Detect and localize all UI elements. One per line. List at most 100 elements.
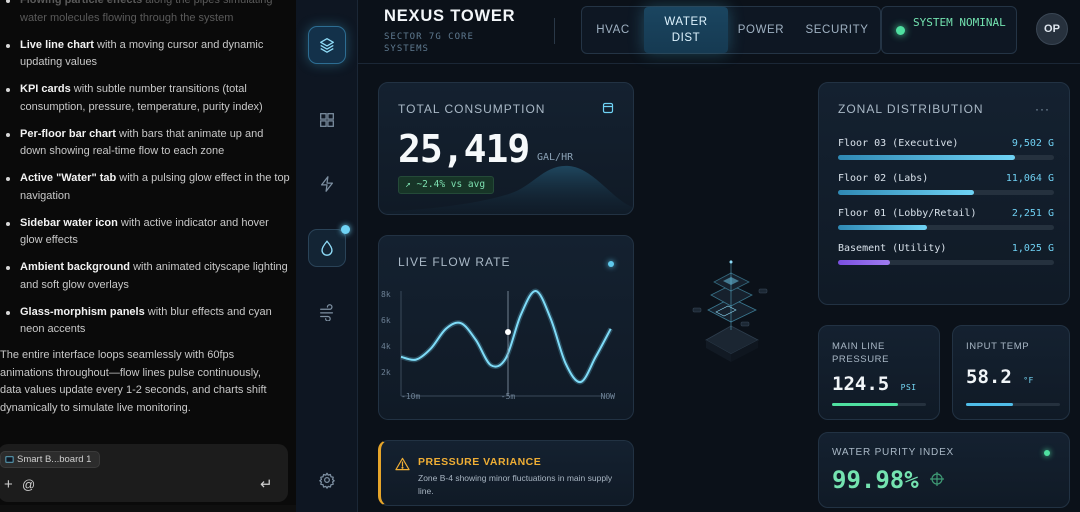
- y-tick-label: 4k: [381, 342, 391, 351]
- mention-icon[interactable]: @: [22, 476, 35, 494]
- sidebar-item-settings[interactable]: [308, 461, 346, 499]
- pressure-variance-alert[interactable]: PRESSURE VARIANCE Zone B-4 showing minor…: [378, 440, 634, 506]
- dashboard: NEXUS TOWER SECTOR 7G CORE SYSTEMS HVAC …: [296, 0, 1080, 512]
- zone-name: Floor 01 (Lobby/Retail): [838, 208, 977, 219]
- chat-list-item: Glass-morphism panels with blur effects …: [0, 304, 290, 339]
- pressure-variance-message: Zone B-4 showing minor fluctuations in m…: [418, 473, 613, 496]
- total-consumption-card: TOTAL CONSUMPTION 25,419 GAL/HR ↗ ~2.4% …: [378, 82, 634, 215]
- sidebar-nav: [296, 0, 358, 512]
- zone-value: 11,064 G: [1005, 173, 1054, 184]
- temp-bar-track: [966, 403, 1060, 406]
- chat-composer[interactable]: Smart B...board 1 + @ ↵: [0, 444, 288, 502]
- flow-line-glow: [400, 288, 613, 385]
- export-icon[interactable]: [602, 102, 614, 114]
- live-flow-chart: 8k6k4k2k-10m -5m NOW: [381, 288, 616, 401]
- zone-value: 9,502 G: [1011, 138, 1054, 149]
- zone-value: 1,025 G: [1011, 243, 1054, 254]
- temp-value: 58.2 °F: [966, 366, 1034, 388]
- x-tick-label: -10m: [401, 392, 420, 401]
- input-temp-card: INPUT TEMP 58.2 °F: [952, 325, 1070, 420]
- chat-list-item: Per-floor bar chart with bars that anima…: [0, 126, 290, 161]
- purity-indicator-dot: [1044, 450, 1050, 456]
- tab-hvac[interactable]: HVAC: [582, 7, 644, 53]
- sidebar-item-dashboard[interactable]: [308, 101, 346, 139]
- zone-bar-fill: [838, 190, 975, 195]
- cursor-point: [505, 329, 511, 335]
- warning-icon: [395, 457, 410, 471]
- pressure-variance-title: PRESSURE VARIANCE: [418, 456, 542, 468]
- active-indicator: [341, 225, 350, 234]
- page-title: NEXUS TOWER: [384, 7, 516, 25]
- zone-bar-track: [838, 155, 1054, 160]
- chat-list-item: Flowing particle effects along the pipes…: [0, 0, 290, 27]
- top-header: NEXUS TOWER SECTOR 7G CORE SYSTEMS HVAC …: [358, 0, 1080, 64]
- header-divider: [554, 18, 555, 44]
- total-consumption-unit: GAL/HR: [537, 152, 574, 163]
- x-tick-label: NOW: [601, 392, 616, 401]
- page-subtitle: SECTOR 7G CORE SYSTEMS: [384, 32, 474, 54]
- pressure-unit: PSI: [900, 383, 917, 392]
- main-line-pressure-card: MAIN LINE PRESSURE 124.5 PSI: [818, 325, 940, 420]
- zone-bar-track: [838, 225, 1054, 230]
- gear-icon: [319, 472, 335, 489]
- attachment-chip[interactable]: Smart B...board 1: [0, 451, 101, 468]
- more-options-icon[interactable]: ···: [1035, 102, 1050, 116]
- attachment-chip-label: Smart B...board 1: [17, 454, 92, 465]
- total-consumption-value: 25,419: [398, 127, 530, 171]
- chat-list-item: KPI cards with subtle number transitions…: [0, 81, 290, 116]
- zone-bar-fill: [838, 260, 890, 265]
- feature-list: Flowing particle effects along the pipes…: [0, 0, 290, 348]
- pressure-bar-track: [832, 403, 926, 406]
- water-drop-icon: [321, 240, 333, 256]
- composer-footer: [0, 505, 296, 512]
- chat-list-item: Live line chart with a moving cursor and…: [0, 37, 290, 72]
- temp-label: INPUT TEMP: [966, 341, 1030, 352]
- tab-security[interactable]: SECURITY: [794, 7, 880, 53]
- temp-unit: °F: [1023, 376, 1034, 385]
- live-flow-card: LIVE FLOW RATE 8k 6k 4k 2k -10m -5m NOW: [378, 235, 634, 420]
- chat-list-item: Sidebar water icon with active indicator…: [0, 215, 290, 250]
- layers-icon: [320, 38, 334, 53]
- temp-bar-fill: [966, 403, 1013, 406]
- tab-power[interactable]: POWER: [728, 7, 794, 53]
- system-status: SYSTEM NOMINAL: [881, 6, 1017, 54]
- zone-name: Basement (Utility): [838, 243, 947, 254]
- y-tick-label: 2k: [381, 368, 391, 377]
- total-consumption-title: TOTAL CONSUMPTION: [398, 102, 546, 116]
- wind-icon: [320, 304, 334, 321]
- avatar[interactable]: OP: [1036, 13, 1068, 45]
- zone-name: Floor 02 (Labs): [838, 173, 929, 184]
- sidebar-item-power[interactable]: [308, 165, 346, 203]
- purity-title: WATER PURITY INDEX: [832, 447, 955, 458]
- attachment-icon: [5, 456, 14, 463]
- top-tabs: HVAC WATER DIST POWER SECURITY: [581, 6, 881, 54]
- lightning-icon: [320, 176, 334, 192]
- zone-value: 2,251 G: [1011, 208, 1054, 219]
- sidebar-item-water[interactable]: [308, 225, 350, 267]
- zonal-distribution-title: ZONAL DISTRIBUTION: [838, 102, 984, 116]
- pressure-value: 124.5 PSI: [832, 373, 917, 395]
- tab-water-dist[interactable]: WATER DIST: [644, 7, 728, 53]
- purity-value: 99.98%: [832, 466, 919, 494]
- isometric-building-graphic: [692, 260, 768, 362]
- crosshair-icon: [930, 472, 944, 486]
- zone-bar-fill: [838, 155, 1016, 160]
- y-tick-label: 6k: [381, 316, 391, 325]
- flow-line: [400, 290, 612, 384]
- sidebar-item-layers[interactable]: [308, 26, 346, 64]
- zone-name: Floor 03 (Executive): [838, 138, 959, 149]
- pressure-bar-fill: [832, 403, 898, 406]
- y-tick-label: 8k: [381, 290, 391, 299]
- water-purity-card: WATER PURITY INDEX 99.98%: [818, 432, 1070, 508]
- trend-badge: ↗ ~2.4% vs avg: [398, 176, 495, 194]
- status-text: SYSTEM NOMINAL: [913, 16, 1006, 29]
- chat-list-item: Ambient background with animated citysca…: [0, 259, 290, 294]
- add-icon[interactable]: +: [4, 476, 13, 494]
- zone-bar-track: [838, 260, 1054, 265]
- zone-bar-track: [838, 190, 1054, 195]
- send-icon[interactable]: ↵: [260, 476, 273, 494]
- chat-list-item: Active "Water" tab with a pulsing glow e…: [0, 170, 290, 205]
- pressure-label: MAIN LINE PRESSURE: [832, 341, 890, 365]
- sidebar-item-airflow[interactable]: [308, 293, 346, 331]
- zone-bar-fill: [838, 225, 927, 230]
